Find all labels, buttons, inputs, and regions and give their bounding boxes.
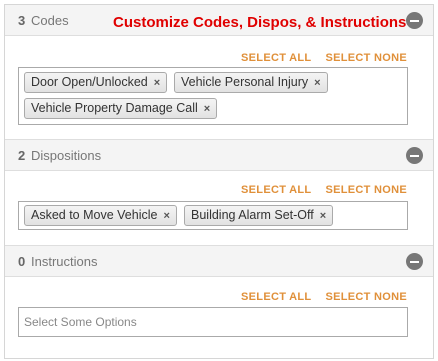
collapse-codes-icon[interactable] — [406, 12, 423, 29]
instructions-select-none-link[interactable]: SELECT NONE — [325, 291, 407, 303]
remove-chip-icon[interactable]: × — [204, 100, 210, 119]
codes-label: Codes — [31, 13, 69, 28]
chip-label: Asked to Move Vehicle — [31, 208, 158, 222]
remove-chip-icon[interactable]: × — [320, 207, 326, 226]
instructions-section-header[interactable]: 0 Instructions — [5, 246, 433, 277]
dispositions-select-all-link[interactable]: SELECT ALL — [241, 184, 311, 196]
instructions-multiselect[interactable]: Select Some Options — [18, 307, 408, 337]
chip-label: Building Alarm Set-Off — [191, 208, 314, 222]
codes-select-all-link[interactable]: SELECT ALL — [241, 52, 311, 64]
chip-label: Vehicle Personal Injury — [181, 75, 309, 89]
code-chip: Vehicle Property Damage Call × — [24, 98, 218, 119]
remove-chip-icon[interactable]: × — [154, 74, 160, 93]
instructions-select-all-link[interactable]: SELECT ALL — [241, 291, 311, 303]
codes-select-none-link[interactable]: SELECT NONE — [325, 52, 407, 64]
instructions-count: 0 — [18, 254, 26, 269]
codes-multiselect[interactable]: Door Open/Unlocked × Vehicle Personal Inj… — [18, 67, 408, 125]
dispositions-count: 2 — [18, 148, 26, 163]
instructions-actions: SELECT ALL SELECT NONE — [241, 291, 407, 303]
dispositions-select-none-link[interactable]: SELECT NONE — [325, 184, 407, 196]
chip-label: Door Open/Unlocked — [31, 75, 148, 89]
page-headline: Customize Codes, Dispos, & Instructions — [113, 14, 407, 31]
disposition-chip: Building Alarm Set-Off × — [184, 205, 334, 226]
code-chip: Door Open/Unlocked × — [24, 72, 168, 93]
codes-actions: SELECT ALL SELECT NONE — [241, 52, 407, 64]
codes-section-header[interactable]: 3 Codes Customize Codes, Dispos, & Instr… — [5, 5, 433, 36]
settings-panel: 3 Codes Customize Codes, Dispos, & Instr… — [4, 4, 434, 359]
instructions-label: Instructions — [31, 254, 98, 269]
codes-count: 3 — [18, 13, 26, 28]
remove-chip-icon[interactable]: × — [163, 207, 169, 226]
dispositions-multiselect[interactable]: Asked to Move Vehicle × Building Alarm Se… — [18, 201, 408, 230]
disposition-chip: Asked to Move Vehicle × — [24, 205, 177, 226]
dispositions-section-header[interactable]: 2 Dispositions — [5, 140, 433, 171]
collapse-dispositions-icon[interactable] — [406, 147, 423, 164]
dispositions-label: Dispositions — [31, 148, 102, 163]
dispositions-actions: SELECT ALL SELECT NONE — [241, 184, 407, 196]
code-chip: Vehicle Personal Injury × — [174, 72, 328, 93]
instructions-placeholder: Select Some Options — [24, 315, 137, 329]
collapse-instructions-icon[interactable] — [406, 253, 423, 270]
remove-chip-icon[interactable]: × — [314, 74, 320, 93]
chip-label: Vehicle Property Damage Call — [31, 101, 198, 115]
